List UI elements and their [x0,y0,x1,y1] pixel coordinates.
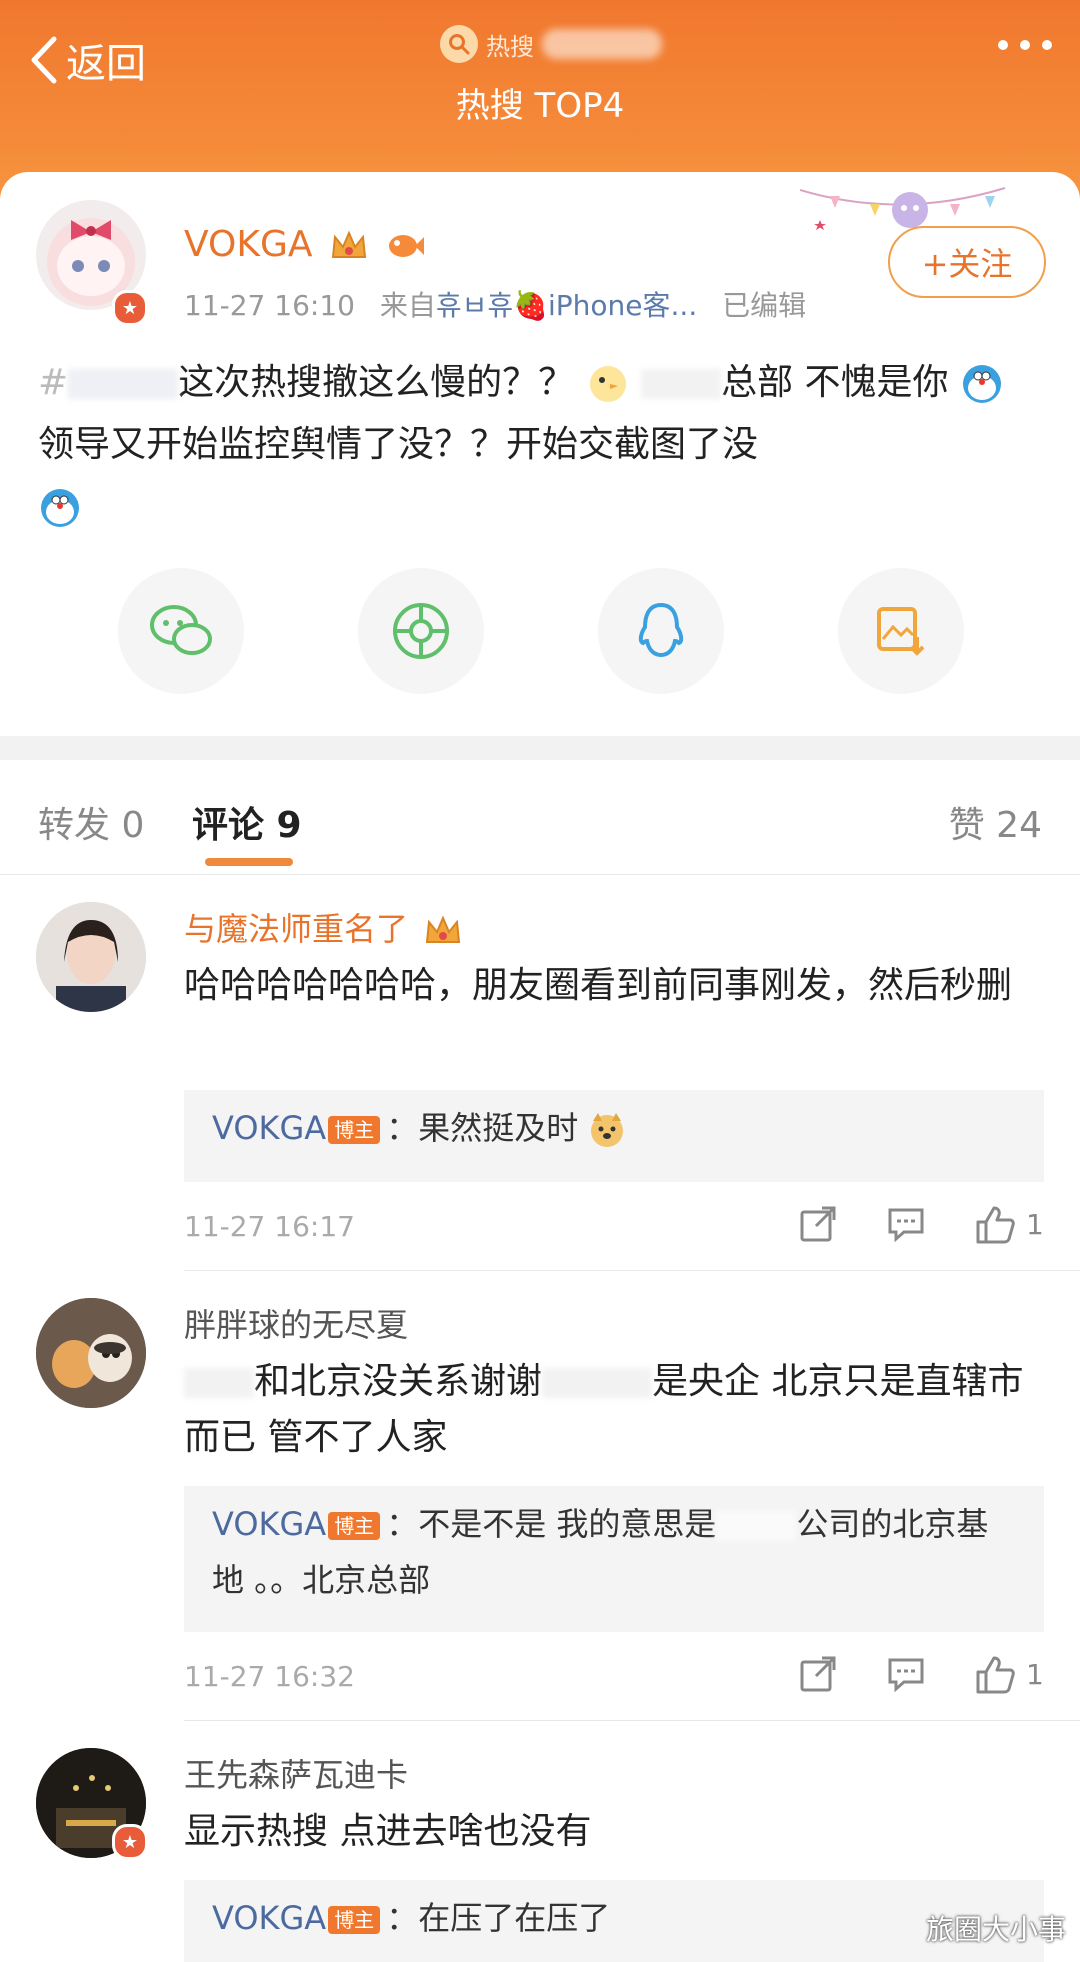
top-bar: 返回 热搜 热搜 TOP4 [0,0,1080,200]
comment-divider [184,1270,1080,1271]
thumb-up-icon [976,1206,1015,1244]
censor-blur [542,1368,653,1398]
commenter-name[interactable]: 与魔法师重名了 [184,904,462,950]
hot-search-label: 热搜 [486,32,534,61]
qq-icon [638,602,684,658]
comment-time: 11-27 16:32 [184,1660,355,1693]
section-divider [0,736,1080,760]
reply-text: ：果然挺及时 [386,1109,579,1147]
hashtag-start[interactable]: # [38,362,68,403]
author-reply[interactable]: VOKGA 博主 ：果然挺及时 [184,1090,1044,1182]
author-reply[interactable]: VOKGA 博主 ：在压了在压了 [184,1880,1044,1962]
tab-reposts[interactable]: 转发 0 [38,796,144,848]
blogger-badge: 博主 [328,1116,381,1144]
chick-emoji-icon [589,366,626,402]
tab-comments[interactable]: 评论 9 [192,796,302,848]
post-time: 11-27 16:10 [184,289,355,322]
repost-button[interactable] [798,1654,838,1694]
repost-button[interactable] [798,1204,838,1244]
comment-text: 哈哈哈哈哈哈哈，朋友圈看到前同事刚发，然后秒删 [184,965,1013,1006]
reply-author[interactable]: VOKGA [212,1109,326,1147]
edited-label: 已编辑 [722,289,807,322]
commenter-avatar[interactable] [36,1298,146,1408]
post-text-3: 领导又开始监控舆情了没？？开始交截图了没 [38,424,759,465]
tab-bar: 转发 0 评论 9 赞 24 [0,760,1080,875]
share-icon [800,1656,836,1692]
page-title: 热搜 TOP4 [455,86,625,126]
censor-blur [716,1511,797,1541]
commenter-name[interactable]: 王先森萨瓦迪卡 [184,1750,408,1796]
more-options-button[interactable] [998,40,1052,50]
reply-button[interactable] [886,1204,926,1244]
save-image-button[interactable] [838,568,964,694]
verified-badge-icon: ★ [112,290,148,326]
post-content: # 这次热搜撤这么慢的？？ 总部 不愧是你 领导又开始监控舆情了没？？开始交截图了… [38,352,1048,538]
comment-text: 显示热搜 点进去啥也没有 [184,1811,592,1852]
censor-blur [184,1368,254,1398]
share-icon [800,1206,836,1242]
censor-blur [641,369,722,399]
share-moments-button[interactable] [358,568,484,694]
censor-blur [68,369,179,399]
search-icon [440,25,478,63]
blogger-badge: 博主 [328,1512,381,1540]
author-name[interactable]: VOKGA [184,224,425,265]
like-count: 1 [1026,1207,1044,1241]
commenter-name[interactable]: 胖胖球的无尽夏 [184,1300,408,1346]
fish-badge-icon [389,235,425,257]
comment-divider [184,1720,1080,1721]
save-image-icon [877,607,925,656]
like-button[interactable]: 1 [974,1654,1044,1694]
active-tab-indicator [205,858,293,866]
verified-badge-icon: ★ [112,1824,148,1860]
post-source[interactable]: 휴ㅂ휴🍓iPhone客... [436,289,697,322]
post-meta: 11-27 16:10 来自휴ㅂ휴🍓iPhone客... 已编辑 [184,284,806,324]
like-button[interactable]: 1 [974,1204,1044,1244]
reply-author[interactable]: VOKGA [212,1505,326,1543]
commenter-avatar[interactable] [36,902,146,1012]
reply-text: ：在压了在压了 [386,1899,611,1937]
crown-badge-icon [331,230,367,258]
comment-icon [888,1658,924,1693]
follow-button[interactable]: +关注 [888,226,1046,298]
author-reply[interactable]: VOKGA 博主 ：不是不是 我的意思是 公司的北京基地 。。北京总部 [184,1486,1044,1632]
reply-author[interactable]: VOKGA [212,1899,326,1937]
blogger-badge: 博主 [328,1906,381,1934]
doraemon-emoji-icon [41,489,79,527]
doge-emoji-icon [591,1113,624,1147]
wechat-icon [150,605,212,655]
comment-text: 和北京没关系谢谢 是央企 北京只是直辖市而已 管不了人家 [184,1361,1024,1458]
thumb-up-icon [976,1656,1015,1694]
moments-icon [393,603,449,659]
tab-likes[interactable]: 赞 24 [949,796,1042,848]
share-wechat-button[interactable] [118,568,244,694]
like-count: 1 [1026,1657,1044,1691]
crown-badge-icon [426,915,461,943]
post-text-2: 总部 不愧是你 [721,362,949,403]
censor-blur [542,29,662,59]
source-prefix: 来自 [379,289,436,322]
watermark: 旅圈大小事 [925,1913,1066,1946]
hot-search-pill[interactable]: 热搜 [440,24,662,64]
comment-time: 11-27 16:17 [184,1210,355,1243]
share-qq-button[interactable] [598,568,724,694]
comment-icon [888,1208,924,1243]
post-text-1: 这次热搜撤这么慢的？？ [178,362,575,403]
doraemon-emoji-icon [963,365,1001,403]
reply-button[interactable] [886,1654,926,1694]
